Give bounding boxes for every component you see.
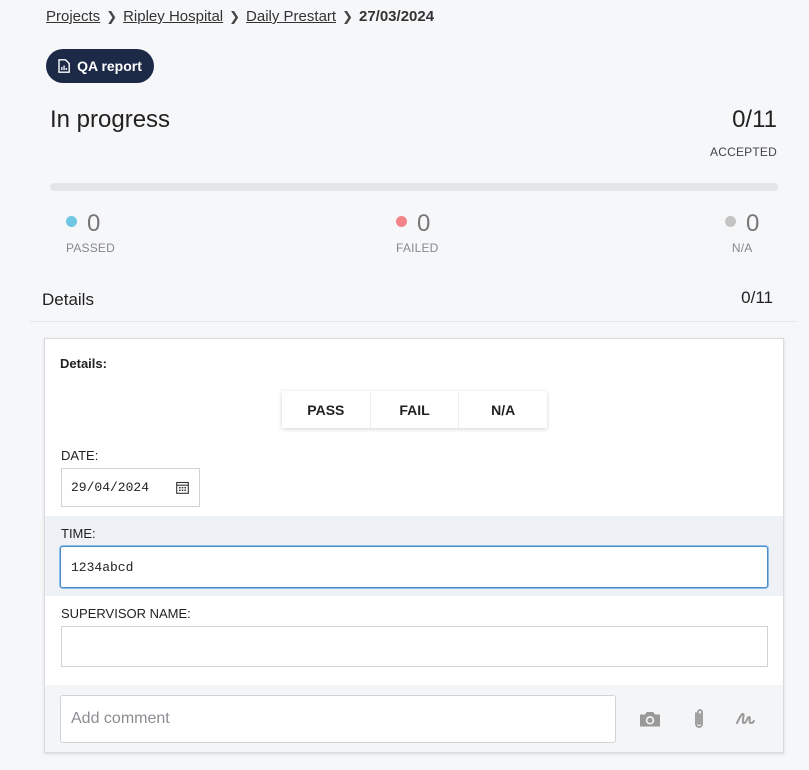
time-label: TIME: xyxy=(61,526,96,541)
time-input[interactable]: 1234abcd xyxy=(60,546,768,588)
report-icon xyxy=(58,59,70,73)
result-button-group: PASS FAIL N/A xyxy=(282,391,548,428)
qa-report-button[interactable]: QA report xyxy=(46,49,154,83)
passed-dot-icon xyxy=(66,216,77,227)
accepted-label: ACCEPTED xyxy=(710,145,777,159)
na-stat: 0 N/A xyxy=(725,211,759,255)
fail-button[interactable]: FAIL xyxy=(369,391,459,428)
details-count: 0/11 xyxy=(741,288,773,307)
na-button[interactable]: N/A xyxy=(458,391,548,428)
breadcrumb-ripley-hospital[interactable]: Ripley Hospital xyxy=(123,8,223,25)
passed-stat: 0 PASSED xyxy=(66,211,115,255)
comment-placeholder: Add comment xyxy=(71,710,170,727)
details-title: Details xyxy=(42,290,94,309)
date-label: DATE: xyxy=(61,448,99,463)
supervisor-name-input[interactable] xyxy=(61,626,768,667)
date-input[interactable]: 29/04/2024 xyxy=(61,468,200,507)
date-value: 29/04/2024 xyxy=(71,480,150,495)
breadcrumb-projects[interactable]: Projects xyxy=(46,8,100,25)
passed-label: PASSED xyxy=(66,241,115,255)
failed-stat: 0 FAILED xyxy=(396,211,439,255)
accepted-count: 0/11 xyxy=(732,106,777,133)
na-label: N/A xyxy=(731,241,753,255)
na-count: 0 xyxy=(746,210,760,237)
breadcrumb-daily-prestart[interactable]: Daily Prestart xyxy=(246,8,336,25)
card-title: Details: xyxy=(60,356,107,371)
time-value: 1234abcd xyxy=(71,559,134,575)
chevron-right-icon: ❯ xyxy=(229,8,241,24)
supervisor-name-label: SUPERVISOR NAME: xyxy=(61,606,191,621)
camera-icon[interactable] xyxy=(638,707,662,731)
pass-button[interactable]: PASS xyxy=(282,391,370,428)
signature-icon[interactable] xyxy=(733,707,757,731)
comment-input[interactable]: Add comment xyxy=(60,695,616,743)
na-dot-icon xyxy=(725,216,736,227)
breadcrumb: Projects ❯ Ripley Hospital ❯ Daily Prest… xyxy=(46,8,434,25)
failed-label: FAILED xyxy=(396,241,439,255)
comment-bar: Add comment xyxy=(45,685,783,752)
status-title: In progress xyxy=(50,106,171,133)
breadcrumb-current: 27/03/2024 xyxy=(358,8,435,25)
details-card: Details: PASS FAIL N/A DATE: 29/04/2024 … xyxy=(44,338,784,753)
calendar-icon[interactable] xyxy=(176,481,189,494)
details-section-header[interactable]: Details 0/11 xyxy=(30,274,797,322)
attachment-icon[interactable] xyxy=(687,707,711,731)
qa-report-label: QA report xyxy=(77,58,142,74)
chevron-right-icon: ❯ xyxy=(342,8,353,24)
progress-bar xyxy=(50,183,778,191)
passed-count: 0 xyxy=(87,210,101,237)
failed-dot-icon xyxy=(396,216,407,227)
failed-count: 0 xyxy=(417,210,431,237)
chevron-right-icon: ❯ xyxy=(106,8,118,24)
